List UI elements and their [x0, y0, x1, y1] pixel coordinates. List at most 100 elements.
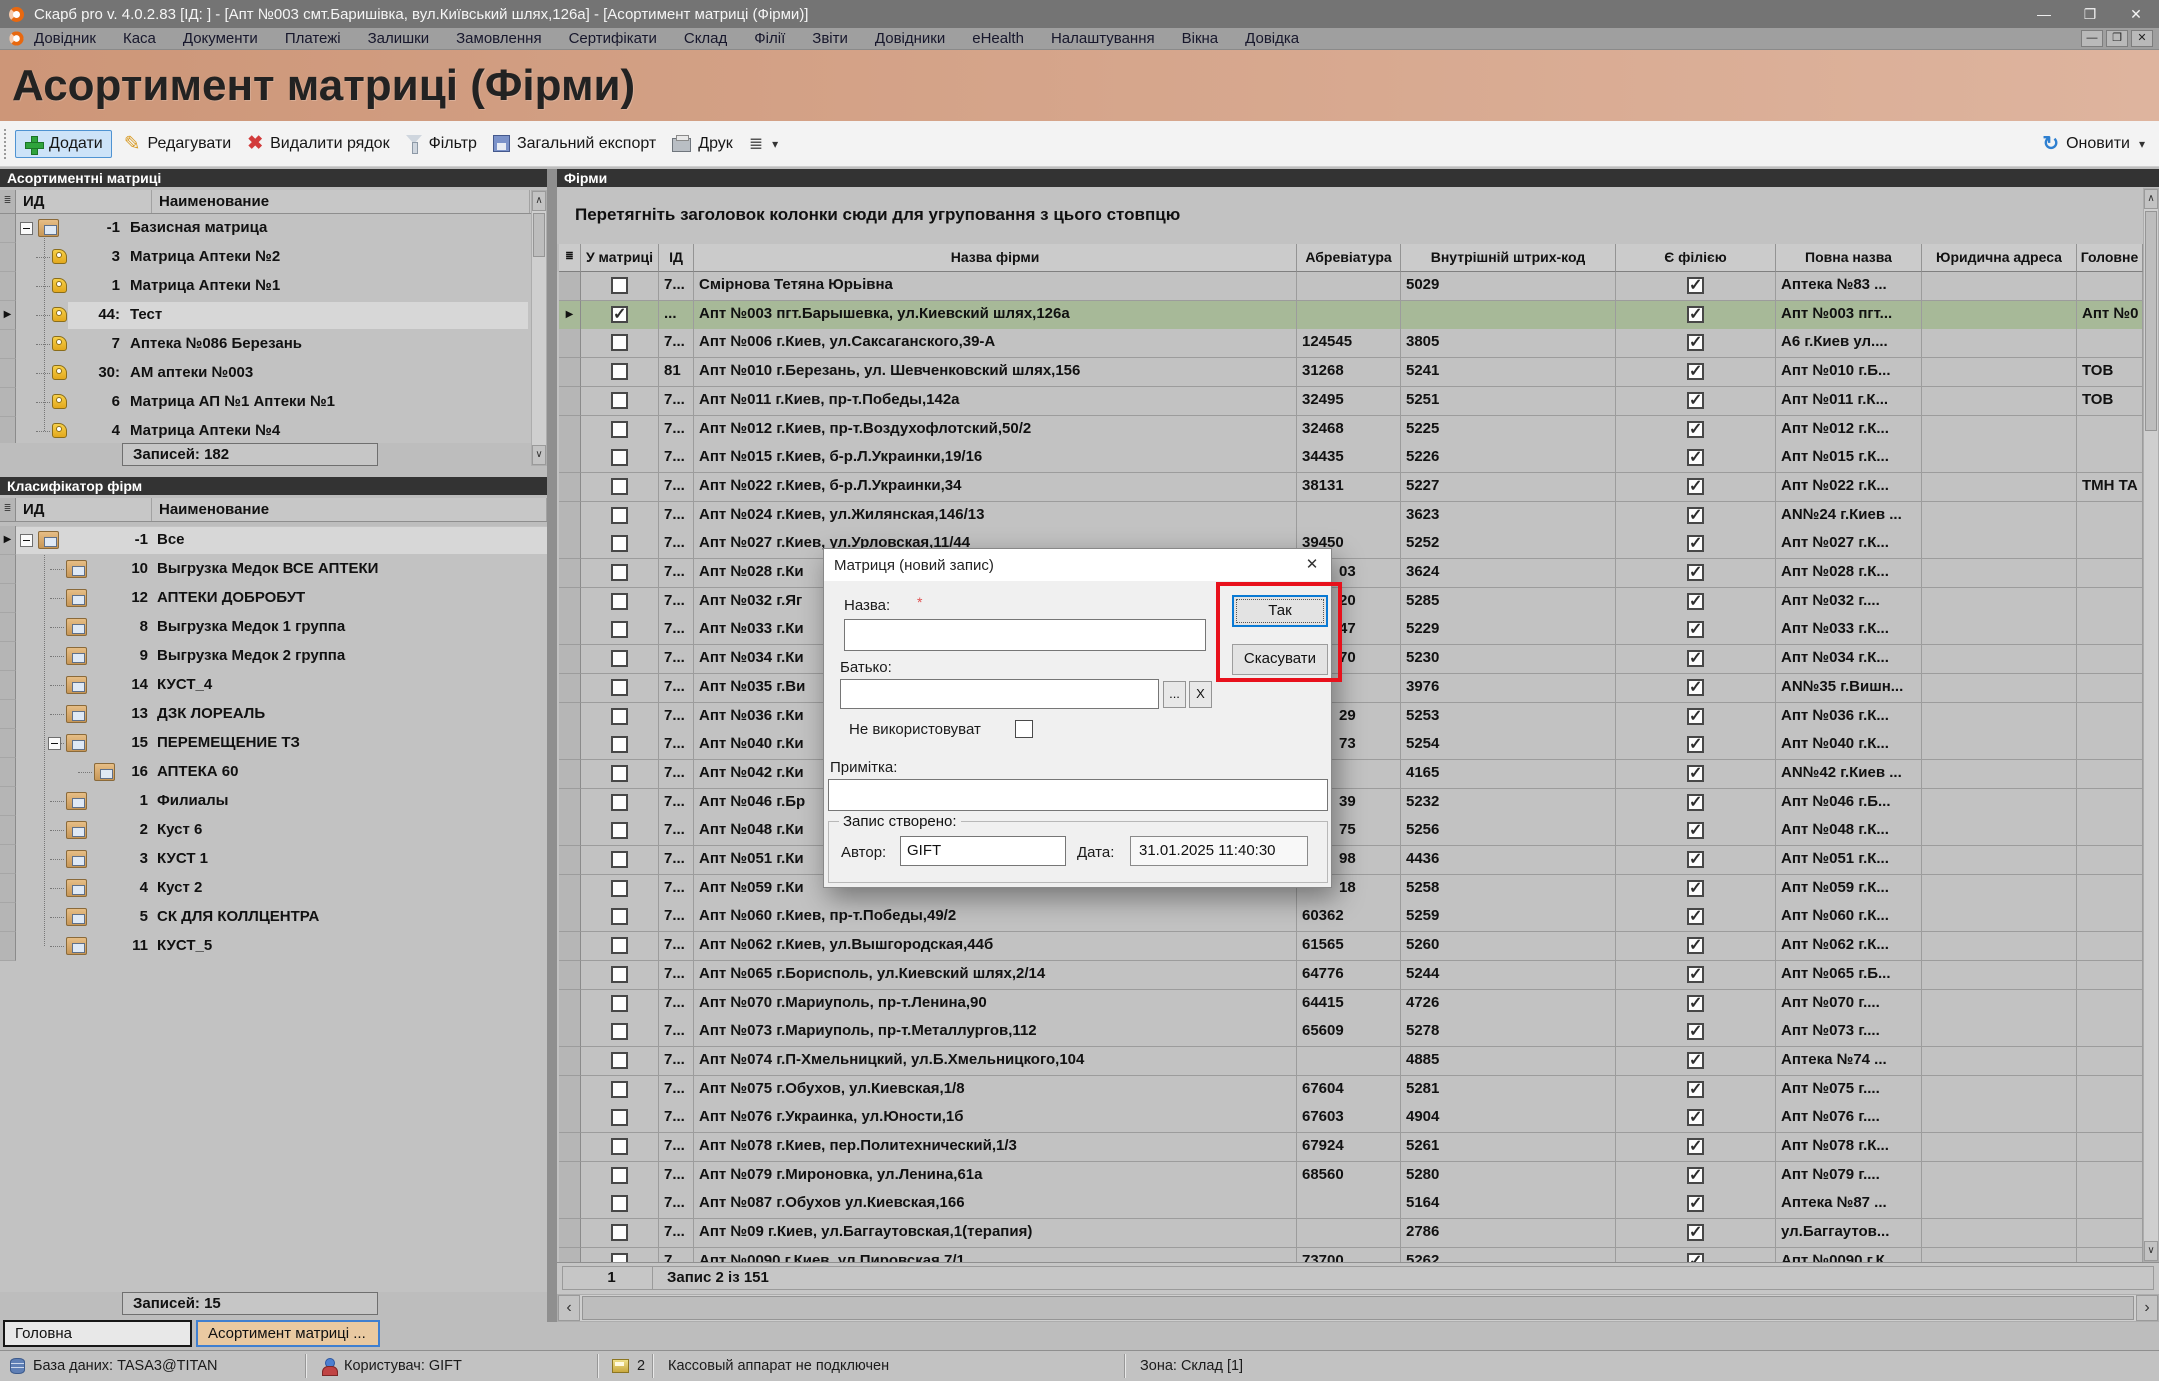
delete-row-button[interactable]: ✖ Видалити рядок — [239, 131, 397, 157]
column-chooser-icon[interactable]: ≣ — [0, 498, 16, 521]
tree-row-Куст 2[interactable]: 4Куст 2 — [0, 874, 547, 903]
tree-row-ПЕРЕМЕЩЕНИЕ ТЗ[interactable]: 15ПЕРЕМЕЩЕНИЕ ТЗ — [0, 729, 547, 758]
scroll-up-icon[interactable]: ∧ — [532, 191, 546, 211]
tree-row-Базисная матрица[interactable]: -1Базисная матрица — [0, 214, 531, 243]
is-branch-checkbox[interactable]: ✓ — [1687, 1023, 1704, 1040]
in-matrix-checkbox[interactable] — [611, 363, 628, 380]
in-matrix-checkbox[interactable] — [611, 937, 628, 954]
tree-row-АМ аптеки №003[interactable]: 30:АМ аптеки №003 — [0, 359, 531, 388]
menu-item-Вікна[interactable]: Вікна — [1182, 30, 1219, 47]
tree-row-Тест[interactable]: ▶44:Тест — [0, 301, 531, 330]
is-branch-checkbox[interactable]: ✓ — [1687, 708, 1704, 725]
matrices-col-id[interactable]: ИД — [16, 190, 152, 213]
table-row[interactable]: 7...Смірнова Тетяна Юрьівна5029✓Аптека №… — [557, 272, 2143, 301]
in-matrix-checkbox[interactable] — [611, 478, 628, 495]
not-use-checkbox[interactable] — [1015, 720, 1033, 738]
panel-splitter[interactable] — [547, 169, 557, 1322]
window-maximize-button[interactable]: ❐ — [2067, 6, 2113, 23]
is-branch-checkbox[interactable]: ✓ — [1687, 1138, 1704, 1155]
tree-row-Матрица Аптеки №1[interactable]: 1Матрица Аптеки №1 — [0, 272, 531, 301]
column-header-Головне[interactable]: Головне — [2077, 244, 2143, 272]
tree-row-ДЗК ЛОРЕАЛЬ[interactable]: 13ДЗК ЛОРЕАЛЬ — [0, 700, 547, 729]
tab-assortment-matrix[interactable]: Асортимент матриці ... — [196, 1320, 380, 1347]
is-branch-checkbox[interactable]: ✓ — [1687, 392, 1704, 409]
tree-row-Все[interactable]: ▶-1Все — [0, 526, 547, 555]
scroll-down-icon[interactable]: ∨ — [532, 445, 546, 465]
table-row[interactable]: 7...Апт №062 г.Киев, ул.Вышгородская,44б… — [557, 932, 2143, 961]
in-matrix-checkbox[interactable] — [611, 1224, 628, 1241]
tree-row-Матрица Аптеки №2[interactable]: 3Матрица Аптеки №2 — [0, 243, 531, 272]
scroll-down-icon[interactable]: ∨ — [2144, 1241, 2158, 1261]
column-header-Абревіатура[interactable]: Абревіатура — [1297, 244, 1401, 272]
table-row[interactable]: 7...Апт №059 г.Ки185258✓Апт №059 г.К... — [557, 875, 2143, 904]
edit-button[interactable]: ✎ Редагувати — [116, 131, 239, 157]
table-row[interactable]: ▶✓...Апт №003 пгт.Барышевка, ул.Киевский… — [557, 301, 2143, 330]
table-row[interactable]: 7...Апт №022 г.Киев, б-р.Л.Украинки,3438… — [557, 473, 2143, 502]
table-row[interactable]: 81Апт №010 г.Березань, ул. Шевченковский… — [557, 358, 2143, 387]
export-button[interactable]: Загальний експорт — [485, 131, 664, 157]
in-matrix-checkbox[interactable] — [611, 421, 628, 438]
table-row[interactable]: 7...Апт №065 г.Борисполь, ул.Киевский шл… — [557, 961, 2143, 990]
tree-row-КУСТ_4[interactable]: 14КУСТ_4 — [0, 671, 547, 700]
menu-item-Звіти[interactable]: Звіти — [812, 30, 848, 47]
note-input[interactable] — [828, 779, 1328, 811]
window-minimize-button[interactable]: — — [2021, 6, 2067, 23]
list-options-button[interactable]: ≣ ▾ — [741, 130, 786, 158]
menu-item-Довідники[interactable]: Довідники — [875, 30, 945, 47]
in-matrix-checkbox[interactable] — [611, 449, 628, 466]
table-row[interactable]: 7...Апт №042 г.Ки4165✓АN№42 г.Киев ... — [557, 760, 2143, 789]
table-row[interactable]: 7...Апт №048 г.Ки755256✓Апт №048 г.К... — [557, 817, 2143, 846]
tree-row-Матрица Аптеки №4[interactable]: 4Матрица Аптеки №4 — [0, 417, 531, 443]
table-row[interactable]: 7...Апт №006 г.Киев, ул.Саксаганского,39… — [557, 329, 2143, 358]
date-input[interactable]: 31.01.2025 11:40:30 — [1130, 836, 1308, 866]
in-matrix-checkbox[interactable] — [611, 794, 628, 811]
table-row[interactable]: 7...Апт №032 г.Яг205285✓Апт №032 г.... — [557, 588, 2143, 617]
is-branch-checkbox[interactable]: ✓ — [1687, 794, 1704, 811]
expander-minus-icon[interactable] — [20, 534, 33, 547]
column-header-Назва фірми[interactable]: Назва фірми — [694, 244, 1297, 272]
is-branch-checkbox[interactable]: ✓ — [1687, 535, 1704, 552]
in-matrix-checkbox[interactable] — [611, 851, 628, 868]
classifier-col-id[interactable]: ИД — [16, 498, 152, 521]
scrollbar-thumb[interactable] — [2145, 211, 2157, 431]
is-branch-checkbox[interactable]: ✓ — [1687, 593, 1704, 610]
is-branch-checkbox[interactable]: ✓ — [1687, 822, 1704, 839]
menu-item-Налаштування[interactable]: Налаштування — [1051, 30, 1155, 47]
in-matrix-checkbox[interactable] — [611, 966, 628, 983]
tree-row-Выгрузка Медок 1 группа[interactable]: 8Выгрузка Медок 1 группа — [0, 613, 547, 642]
table-row[interactable]: 7...Апт №073 г.Мариуполь, пр-т.Металлург… — [557, 1018, 2143, 1047]
in-matrix-checkbox[interactable]: ✓ — [611, 306, 628, 323]
is-branch-checkbox[interactable]: ✓ — [1687, 363, 1704, 380]
table-row[interactable]: 7...Апт №074 г.П-Хмельницкий, ул.Б.Хмель… — [557, 1047, 2143, 1076]
matrices-scrollbar[interactable]: ∧ ∨ — [531, 190, 547, 466]
is-branch-checkbox[interactable]: ✓ — [1687, 880, 1704, 897]
name-input[interactable] — [844, 619, 1206, 651]
table-row[interactable]: 7...Апт №087 г.Обухов ул.Киевская,166516… — [557, 1190, 2143, 1219]
mdi-close-button[interactable]: ✕ — [2131, 30, 2153, 47]
is-branch-checkbox[interactable]: ✓ — [1687, 1224, 1704, 1241]
column-header-Повна назва[interactable]: Повна назва — [1776, 244, 1922, 272]
in-matrix-checkbox[interactable] — [611, 1023, 628, 1040]
is-branch-checkbox[interactable]: ✓ — [1687, 736, 1704, 753]
tree-row-Матрица АП №1 Аптеки №1[interactable]: 6Матрица АП №1 Аптеки №1 — [0, 388, 531, 417]
scroll-right-icon[interactable]: › — [2136, 1295, 2158, 1321]
tree-row-Аптека №086 Березань[interactable]: 7Аптека №086 Березань — [0, 330, 531, 359]
column-header-ІД[interactable]: ІД — [659, 244, 694, 272]
in-matrix-checkbox[interactable] — [611, 995, 628, 1012]
table-row[interactable]: 7...Апт №075 г.Обухов, ул.Киевская,1/867… — [557, 1076, 2143, 1105]
column-header-Є філією[interactable]: Є філією — [1616, 244, 1776, 272]
mdi-minimize-button[interactable]: — — [2081, 30, 2103, 47]
menu-item-Філії[interactable]: Філії — [754, 30, 785, 47]
is-branch-checkbox[interactable]: ✓ — [1687, 679, 1704, 696]
author-input[interactable]: GIFT — [900, 836, 1066, 866]
add-button[interactable]: Додати — [15, 130, 112, 158]
table-row[interactable]: 7...Апт №079 г.Мироновка, ул.Ленина,61а6… — [557, 1162, 2143, 1191]
is-branch-checkbox[interactable]: ✓ — [1687, 334, 1704, 351]
in-matrix-checkbox[interactable] — [611, 908, 628, 925]
is-branch-checkbox[interactable]: ✓ — [1687, 650, 1704, 667]
is-branch-checkbox[interactable]: ✓ — [1687, 908, 1704, 925]
column-chooser-icon[interactable]: ≣ — [559, 244, 581, 272]
is-branch-checkbox[interactable]: ✓ — [1687, 564, 1704, 581]
table-row[interactable]: 7...Апт №040 г.Ки735254✓Апт №040 г.К... — [557, 731, 2143, 760]
menu-item-Сертифікати[interactable]: Сертифікати — [569, 30, 657, 47]
